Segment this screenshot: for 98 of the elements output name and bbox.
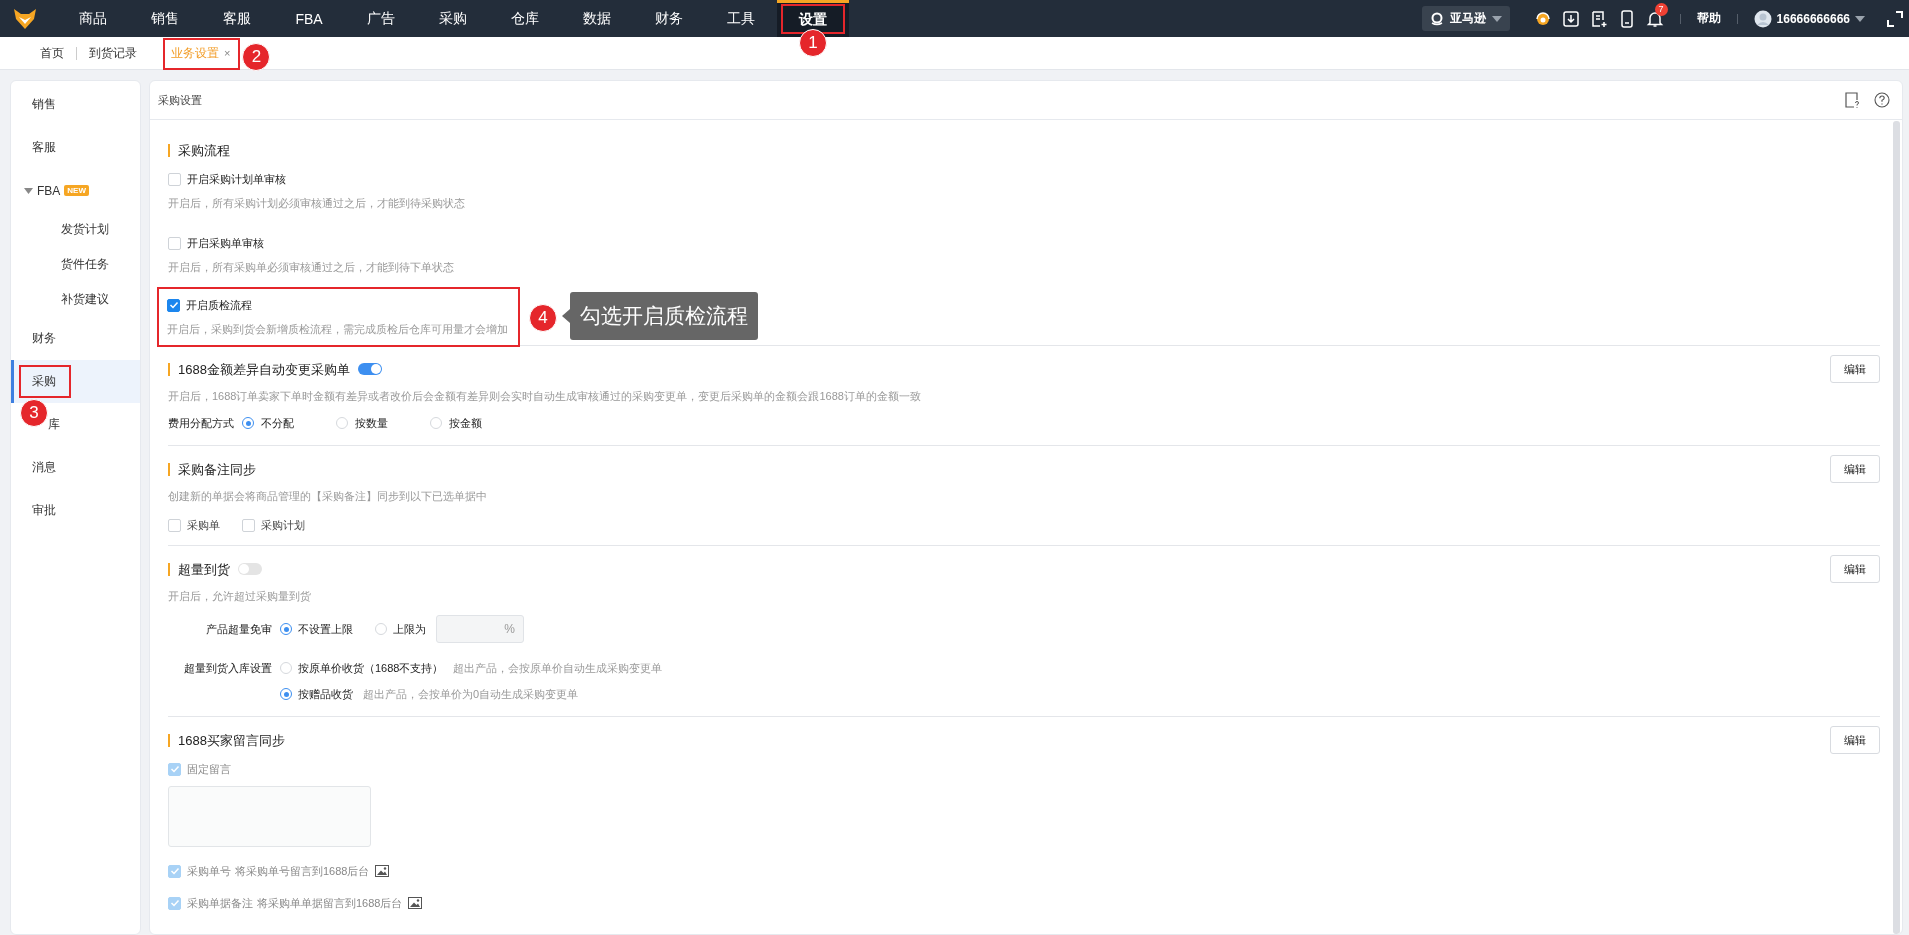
- notification-badge: 7: [1654, 2, 1668, 16]
- marketplace-icon: [1429, 11, 1444, 26]
- unit-label: %: [504, 622, 515, 636]
- option-hint: 超出产品，会按单价为0自动生成采购变更单: [363, 686, 579, 702]
- nav-item[interactable]: 工具: [705, 0, 777, 37]
- nav-item[interactable]: 数据: [561, 0, 633, 37]
- radio-button[interactable]: [280, 688, 292, 700]
- panel-title: 采购设置: [158, 92, 202, 108]
- checkbox[interactable]: [168, 762, 181, 776]
- checkbox-note: 将采购单号留言到1688后台: [235, 863, 370, 879]
- step-marker: 3: [20, 399, 48, 427]
- sidebar-item[interactable]: 补货建议: [11, 282, 140, 317]
- sidebar-item[interactable]: 消息: [11, 446, 140, 489]
- option-description: 开启后，所有采购计划必须审核通过之后，才能到待采购状态: [168, 196, 466, 211]
- section-description: 开启后，1688订单卖家下单时金额有差异或者改价后会金额有差异则会实时自动生成审核通过的采购变更单，变更后采购单的金额会跟1688订单的金额一致: [168, 389, 922, 404]
- fullscreen-icon[interactable]: [1887, 10, 1903, 27]
- sidebar-item[interactable]: 发货计划: [11, 212, 140, 247]
- option-description: 开启后，采购到货会新增质检流程，需完成质检后仓库可用量才会增加: [167, 322, 508, 337]
- sidebar-item[interactable]: 库: [48, 403, 140, 446]
- section-title: 采购备注同步: [168, 462, 256, 476]
- section-description: 开启后，允许超过采购量到货: [168, 589, 312, 604]
- fox-logo: [13, 7, 37, 30]
- checkbox-note: 将采购单单据留言到1688后台: [257, 895, 403, 911]
- radio-label: 按金额: [449, 415, 482, 431]
- caret-icon: [1855, 15, 1865, 22]
- new-badge: NEW: [64, 185, 89, 196]
- page-tab[interactable]: 到货记录: [77, 37, 149, 69]
- caret-down-icon: [24, 186, 33, 195]
- user-menu[interactable]: 16666666666: [1753, 9, 1865, 28]
- field-label: 超量到货入库设置: [183, 661, 273, 676]
- field-label: 费用分配方式: [168, 415, 234, 431]
- toggle-switch[interactable]: [238, 563, 262, 575]
- callout-tooltip: 勾选开启质检流程: [562, 292, 758, 340]
- nav-item[interactable]: 采购: [417, 0, 489, 37]
- checkbox-label: 采购计划: [261, 518, 305, 533]
- sidebar-item[interactable]: 审批: [11, 489, 140, 532]
- nav-item[interactable]: FBA: [273, 0, 345, 37]
- download-icon[interactable]: [1561, 9, 1580, 28]
- edit-button[interactable]: 编辑: [1830, 355, 1880, 383]
- option-description: 开启后，所有采购单必须审核通过之后，才能到待下单状态: [168, 260, 455, 275]
- radio-label: 不分配: [261, 415, 294, 431]
- page-tab[interactable]: 首页: [28, 37, 76, 69]
- sidebar-item[interactable]: 采购: [11, 360, 140, 403]
- document-plus-icon[interactable]: [1589, 9, 1608, 28]
- sidebar-item[interactable]: 销售: [11, 83, 140, 126]
- section-title: 1688金额差异自动变更采购单: [168, 362, 350, 376]
- checkbox-label: 采购单据备注: [187, 895, 253, 911]
- radio-label: 按数量: [355, 415, 388, 431]
- help-icon[interactable]: [1874, 92, 1890, 108]
- checkbox-label: 采购单号: [187, 863, 231, 879]
- checkbox[interactable]: [168, 896, 181, 910]
- option-label: 开启采购单审核: [187, 235, 264, 251]
- headset-icon[interactable]: [1533, 9, 1552, 28]
- section-title: 1688买家留言同步: [168, 733, 285, 747]
- edit-button[interactable]: 编辑: [1830, 555, 1880, 583]
- radio-label: 不设置上限: [298, 621, 353, 637]
- radio-button[interactable]: [242, 417, 254, 429]
- checkbox-label: 采购单: [187, 518, 220, 533]
- sidebar-item[interactable]: 货件任务: [11, 247, 140, 282]
- step-marker: 2: [242, 43, 271, 71]
- help-link[interactable]: 帮助: [1696, 10, 1721, 27]
- image-icon[interactable]: [375, 865, 390, 877]
- checkbox-label: 固定留言: [187, 761, 231, 777]
- toggle-switch[interactable]: [357, 363, 382, 375]
- option-hint: 超出产品，会按原单价自动生成采购变更单: [453, 660, 663, 676]
- step-marker: 4: [529, 304, 557, 332]
- nav-item[interactable]: 财务: [633, 0, 705, 37]
- avatar-icon: [1753, 9, 1772, 28]
- sidebar-item[interactable]: FBA NEW: [11, 169, 140, 212]
- image-icon[interactable]: [408, 897, 423, 909]
- checkbox[interactable]: [167, 298, 180, 312]
- section-title: 超量到货: [168, 562, 230, 576]
- nav-item[interactable]: 客服: [201, 0, 273, 37]
- edit-button[interactable]: 编辑: [1830, 726, 1880, 754]
- marketplace-selector[interactable]: 亚马逊: [1421, 6, 1510, 31]
- close-icon[interactable]: ×: [224, 47, 231, 59]
- radio-button[interactable]: [280, 623, 292, 635]
- nav-item[interactable]: 商品: [57, 0, 129, 37]
- checkbox[interactable]: [168, 864, 181, 878]
- sidebar-item[interactable]: 财务: [11, 317, 140, 360]
- option-label: 开启质检流程: [186, 297, 252, 313]
- field-label: 产品超量免审: [205, 622, 273, 637]
- radio-label: 上限为: [393, 621, 426, 637]
- nav-item[interactable]: 仓库: [489, 0, 561, 37]
- section-title: 采购流程: [168, 143, 230, 157]
- nav-item[interactable]: 销售: [129, 0, 201, 37]
- page-tab[interactable]: 业务设置 ×: [163, 37, 239, 69]
- radio-label: 按赠品收货: [298, 686, 353, 702]
- highlight-frame: [19, 365, 71, 398]
- caret-icon: [1491, 15, 1502, 22]
- nav-item[interactable]: 广告: [345, 0, 417, 37]
- option-label: 开启采购计划单审核: [187, 171, 286, 187]
- edit-button[interactable]: 编辑: [1830, 455, 1880, 483]
- scrollbar[interactable]: [1893, 121, 1900, 934]
- section-description: 创建新的单据会将商品管理的【采购备注】同步到以下已选单据中: [168, 489, 488, 504]
- radio-label: 按原单价收货（1688不支持）: [298, 660, 444, 676]
- sidebar-item[interactable]: 客服: [11, 126, 140, 169]
- document-help-icon[interactable]: [1844, 92, 1860, 108]
